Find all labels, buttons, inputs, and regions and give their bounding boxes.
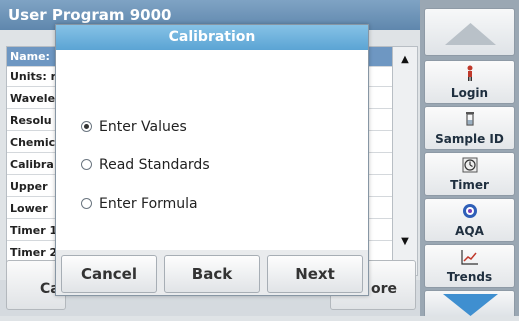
dialog-options: Enter Values Read Standards Enter Formul… (56, 50, 368, 250)
radio-icon[interactable] (81, 198, 92, 209)
aqa-label: AQA (455, 224, 484, 238)
scroll-down-icon: ▼ (401, 236, 409, 247)
calibration-dialog: Calibration Enter Values Read Standards … (55, 24, 369, 296)
login-button[interactable]: Login (424, 60, 515, 104)
option-enter-formula[interactable]: Enter Formula (81, 194, 198, 214)
timer-icon (425, 156, 514, 174)
sample-id-label: Sample ID (435, 132, 504, 146)
up-arrow-icon (445, 23, 496, 45)
aqa-icon (425, 202, 514, 220)
option-label: Read Standards (99, 157, 210, 173)
option-label: Enter Values (99, 119, 187, 135)
dialog-title: Calibration (56, 25, 368, 50)
vial-icon (425, 110, 514, 128)
trends-button[interactable]: Trends (424, 244, 515, 288)
sample-id-button[interactable]: Sample ID (424, 106, 515, 150)
trends-label: Trends (446, 270, 493, 284)
scroll-up-button[interactable] (424, 8, 515, 56)
list-scrollbar: ▲ ▼ (392, 46, 418, 276)
timer-label: Timer (450, 178, 489, 192)
scroll-down-button[interactable] (424, 290, 515, 316)
side-panel: Login Sample ID Timer AQA Trends (420, 0, 519, 316)
next-button[interactable]: Next (267, 255, 363, 293)
cancel-button[interactable]: Cancel (61, 255, 157, 293)
footer-more-label: ore (371, 281, 398, 297)
down-arrow-icon (443, 294, 498, 316)
timer-button[interactable]: Timer (424, 152, 515, 196)
back-button[interactable]: Back (164, 255, 260, 293)
radio-selected-icon[interactable] (81, 121, 92, 132)
option-label: Enter Formula (99, 196, 198, 212)
option-read-standards[interactable]: Read Standards (81, 155, 210, 175)
login-label: Login (450, 86, 489, 100)
option-enter-values[interactable]: Enter Values (81, 117, 187, 137)
scroll-up-icon: ▲ (401, 54, 409, 65)
program-title: User Program 9000 (8, 6, 172, 24)
aqa-button[interactable]: AQA (424, 198, 515, 242)
radio-icon[interactable] (81, 159, 92, 170)
trends-icon (425, 248, 514, 266)
person-icon (425, 64, 514, 82)
